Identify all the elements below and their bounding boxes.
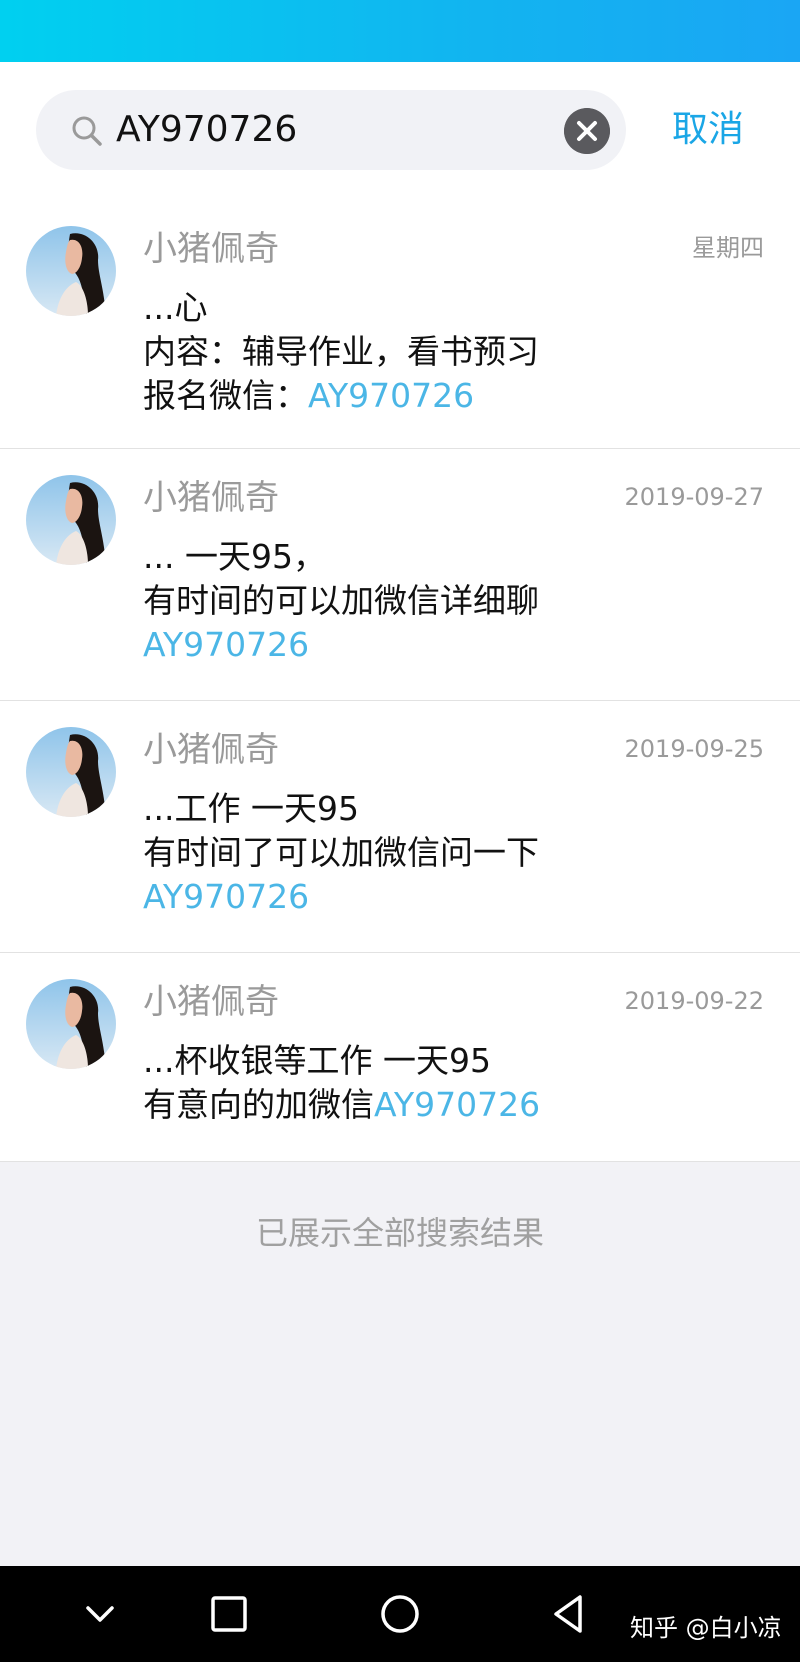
sender-name: 小猪佩奇 [143,730,279,770]
cancel-button[interactable]: 取消 [672,90,744,170]
message-line: 有时间了可以加微信问一下 [143,833,539,872]
message-date: 2019-09-27 [624,483,764,511]
message-line: 有意向的加微信AY970726 [143,1083,540,1127]
avatar [26,226,116,316]
circle-icon[interactable] [374,1588,426,1640]
message-line: ...心 [143,288,208,327]
message-line: ...杯收银等工作 一天95 [143,1041,491,1080]
search-icon [72,116,102,146]
avatar [26,727,116,817]
message-date: 星期四 [692,234,764,262]
avatar [26,475,116,565]
message-line: 报名微信：AY970726 [143,374,474,418]
message-line: 有时间的可以加微信详细聊 [143,581,539,620]
message-line: ... 一天95， [143,537,326,576]
all-results-shown-note: 已展示全部搜索结果 [255,1214,544,1252]
triangle-back-icon[interactable] [544,1588,596,1640]
result-item[interactable]: 小猪佩奇 星期四 ...心 内容：辅导作业，看书预习 报名微信：AY970726 [0,200,800,449]
keyword-highlight: AY970726 [308,376,475,415]
keyword-highlight: AY970726 [374,1085,541,1124]
message-date: 2019-09-25 [624,735,764,763]
message-text: 报名微信： [143,376,308,415]
search-header: AY970726 取消 [0,62,800,200]
status-bar [0,0,800,62]
watermark-text: 知乎 @白小凉 [630,1614,782,1642]
sender-name: 小猪佩奇 [143,229,279,269]
message-text: 有意向的加微信 [143,1085,374,1124]
sender-name: 小猪佩奇 [143,478,279,518]
chevron-down-icon[interactable] [74,1588,126,1640]
sender-name: 小猪佩奇 [143,982,279,1022]
square-icon[interactable] [203,1588,255,1640]
result-item[interactable]: 小猪佩奇 2019-09-22 ...杯收银等工作 一天95 有意向的加微信AY… [0,953,800,1162]
result-item[interactable]: 小猪佩奇 2019-09-27 ... 一天95， 有时间的可以加微信详细聊 A… [0,449,800,701]
avatar [26,979,116,1069]
message-date: 2019-09-22 [624,987,764,1015]
message-line: ...工作 一天95 [143,789,359,828]
search-query-text: AY970726 [116,109,298,150]
close-circle-icon[interactable] [564,108,610,154]
keyword-highlight: AY970726 [143,625,310,664]
result-item[interactable]: 小猪佩奇 2019-09-25 ...工作 一天95 有时间了可以加微信问一下 … [0,701,800,953]
search-input[interactable]: AY970726 [36,90,626,170]
keyword-highlight: AY970726 [143,877,310,916]
system-nav-bar: 知乎 @白小凉 [0,1566,800,1662]
results-list: 小猪佩奇 星期四 ...心 内容：辅导作业，看书预习 报名微信：AY970726 [0,200,800,1162]
message-line: 内容：辅导作业，看书预习 [143,332,539,371]
